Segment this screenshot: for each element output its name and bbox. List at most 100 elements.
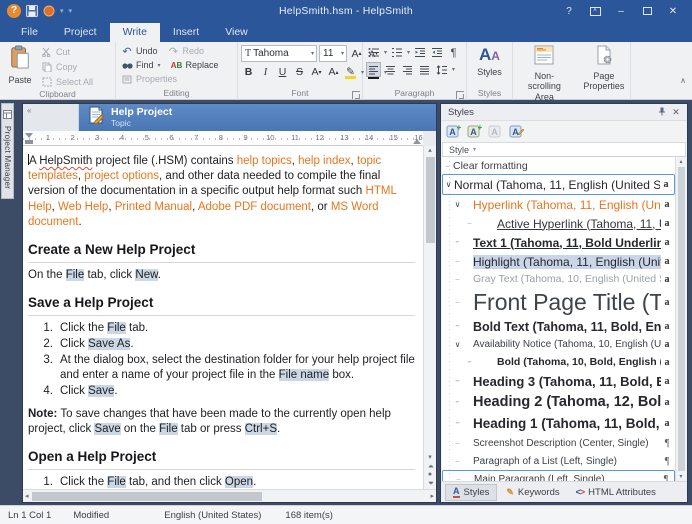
chevron-down-icon[interactable]: ▾: [311, 50, 314, 57]
justify-button[interactable]: [417, 62, 432, 77]
style-item-screenshot-description-center-[interactable]: –Screenshot Description (Center, Single)…: [442, 434, 675, 452]
ruler[interactable]: 12345678910111213141516: [23, 131, 423, 146]
ribbon-tab-insert[interactable]: Insert: [160, 23, 212, 42]
styles-button[interactable]: AA Styles: [473, 44, 507, 78]
font-size-combo[interactable]: 11 ▾: [319, 45, 347, 62]
doc-link[interactable]: help index: [298, 155, 350, 167]
scroll-down-icon[interactable]: ▾: [428, 453, 432, 461]
copy-button[interactable]: Copy: [39, 60, 95, 74]
delete-style-button[interactable]: A: [488, 124, 504, 139]
topic-header[interactable]: Help Project Topic: [79, 104, 436, 131]
page-properties-button[interactable]: PageProperties: [581, 44, 627, 93]
document-content[interactable]: A HelpSmith project file (.HSM) contains…: [23, 146, 423, 489]
align-center-button[interactable]: [383, 62, 398, 77]
bold-button[interactable]: B: [241, 64, 256, 80]
replace-button[interactable]: AB Replace: [169, 58, 221, 72]
redo-button[interactable]: ↷ Redo: [166, 44, 207, 58]
minimize-button[interactable]: –: [608, 1, 634, 21]
edit-style-button[interactable]: A: [509, 124, 525, 139]
style-item-heading-3-tahoma-11-bold-engli[interactable]: –Heading 3 (Tahoma, 11, Bold, English (U…: [442, 371, 675, 391]
left-indent-marker[interactable]: [25, 140, 33, 144]
grow-font-button[interactable]: A▴: [349, 46, 364, 62]
scroll-down-icon[interactable]: ▾: [679, 473, 682, 480]
select-browse-object-icon[interactable]: ●: [428, 471, 432, 478]
ribbon-display-options-button[interactable]: ˄: [582, 1, 608, 21]
italic-button[interactable]: I: [258, 64, 273, 80]
style-item-main-paragraph-left-single[interactable]: –Main Paragraph (Left, Single)¶: [442, 470, 675, 481]
save-icon[interactable]: [26, 5, 38, 17]
chevron-down-icon[interactable]: ∨: [452, 200, 463, 209]
maximize-button[interactable]: [634, 1, 660, 21]
style-item-gray-text-tahoma-10-english-un[interactable]: –Gray Text (Tahoma, 10, English (United …: [442, 271, 675, 287]
scroll-up-icon[interactable]: ▴: [428, 146, 432, 154]
align-left-button[interactable]: [366, 62, 381, 77]
collapse-ribbon-icon[interactable]: ∧: [680, 76, 686, 85]
bullets-button[interactable]: [366, 45, 381, 60]
scroll-right-icon[interactable]: ▸: [430, 492, 434, 500]
superscript-button[interactable]: A▴: [326, 64, 341, 80]
subscript-button[interactable]: A▾: [309, 64, 324, 80]
add-substyle-button[interactable]: A+: [467, 124, 483, 139]
add-style-button[interactable]: A+: [446, 124, 462, 139]
styles-scrollbar[interactable]: ▴ ▾: [675, 157, 686, 481]
project-manager-tab[interactable]: Project Manager: [1, 103, 14, 199]
panel-tab-styles[interactable]: AStyles: [445, 484, 497, 501]
scroll-left-icon[interactable]: ◂: [25, 492, 29, 500]
style-item-bold-tahoma-10-bold-english-un[interactable]: –Bold (Tahoma, 10, Bold, English (United…: [442, 353, 675, 371]
style-item-paragraph-of-a-list-left-singl[interactable]: –Paragraph of a List (Left, Single)¶: [442, 452, 675, 470]
properties-button[interactable]: Properties: [119, 72, 179, 86]
language-indicator[interactable]: English (United States): [164, 510, 261, 521]
quick-access-customize-icon[interactable]: ▾: [69, 7, 73, 15]
style-item-availability-notice-tahoma-10-[interactable]: ∨Availability Notice (Tahoma, 10, Englis…: [442, 336, 675, 353]
scrollbar-thumb[interactable]: [678, 167, 685, 471]
chevron-down-icon[interactable]: ▾: [60, 7, 64, 15]
font-family-combo[interactable]: T Tahoma ▾: [241, 45, 317, 62]
style-item-active-hyperlink-tahoma-11-und[interactable]: –Active Hyperlink (Tahoma, 11, Underline…: [442, 214, 675, 233]
line-spacing-button[interactable]: [434, 62, 449, 77]
chevron-down-icon[interactable]: ▾: [158, 62, 161, 69]
style-item-front-page-title-tah[interactable]: –Front Page Title (Tah...a: [442, 287, 675, 317]
chevron-down-icon[interactable]: ▾: [407, 49, 410, 56]
style-item-text-1-tahoma-11-bold-underlin[interactable]: –Text 1 (Tahoma, 11, Bold Underline, E..…: [442, 233, 675, 252]
pilcrow-button[interactable]: ¶: [446, 45, 461, 60]
chevron-down-icon[interactable]: ∨: [443, 180, 454, 189]
style-item-normal-tahoma-11-english-unite[interactable]: ∨Normal (Tahoma, 11, English (United Sta…: [442, 174, 675, 195]
ribbon-tab-file[interactable]: File: [8, 23, 51, 42]
chevron-down-icon[interactable]: ▾: [384, 49, 387, 56]
select-all-button[interactable]: Select All: [39, 75, 95, 89]
style-item-heading-2-tahoma-12-bold-engli[interactable]: –Heading 2 (Tahoma, 12, Bold, English...…: [442, 391, 675, 413]
paste-button[interactable]: Paste: [3, 44, 37, 86]
strikethrough-button[interactable]: S: [292, 64, 307, 80]
doc-link[interactable]: Web Help: [58, 201, 108, 213]
ribbon-tab-write[interactable]: Write: [110, 23, 160, 42]
style-column-header[interactable]: Style ▾: [442, 142, 686, 157]
doc-link[interactable]: Adobe PDF document: [198, 201, 311, 213]
chevron-down-icon[interactable]: ▾: [341, 50, 344, 57]
style-item-clear-formatting[interactable]: –Clear formatting: [442, 158, 675, 174]
style-item-heading-1-tahoma-11-bold-engli[interactable]: –Heading 1 (Tahoma, 11, Bold, English (U…: [442, 413, 675, 434]
compile-icon[interactable]: [43, 5, 55, 17]
align-right-button[interactable]: [400, 62, 415, 77]
style-item-bold-text-tahoma-11-bold-engli[interactable]: –Bold Text (Tahoma, 11, Bold, English (.…: [442, 317, 675, 336]
non-scrolling-area-button[interactable]: Non-scrollingArea: [516, 44, 573, 103]
numbering-button[interactable]: [389, 45, 404, 60]
font-dialog-launcher-icon[interactable]: [352, 91, 360, 99]
helpsmith-logo-icon[interactable]: ?: [7, 4, 21, 18]
close-button[interactable]: ✕: [660, 1, 686, 21]
close-icon[interactable]: ✕: [669, 107, 683, 118]
doc-link[interactable]: Printed Manual: [115, 201, 192, 213]
highlight-color-button[interactable]: ✎: [343, 64, 358, 80]
undo-button[interactable]: ↶ Undo: [119, 44, 160, 58]
help-button[interactable]: ?: [556, 1, 582, 21]
increase-indent-button[interactable]: [429, 45, 444, 60]
panel-tab-keywords[interactable]: ✎Keywords: [499, 484, 566, 501]
ribbon-tab-view[interactable]: View: [212, 23, 261, 42]
next-page-icon[interactable]: ▾▾: [428, 480, 431, 486]
doc-link[interactable]: project options: [84, 170, 159, 182]
chevron-down-icon[interactable]: ∨: [452, 340, 463, 349]
vertical-scrollbar[interactable]: ▴ ▾ ▴▴ ● ▾▾: [423, 146, 436, 489]
style-item-hyperlink-tahoma-11-english-un[interactable]: ∨Hyperlink (Tahoma, 11, English (United …: [442, 195, 675, 214]
scrollbar-thumb[interactable]: [32, 492, 262, 501]
paragraph-dialog-launcher-icon[interactable]: [456, 91, 464, 99]
horizontal-scrollbar[interactable]: ◂ ▸: [23, 489, 436, 502]
